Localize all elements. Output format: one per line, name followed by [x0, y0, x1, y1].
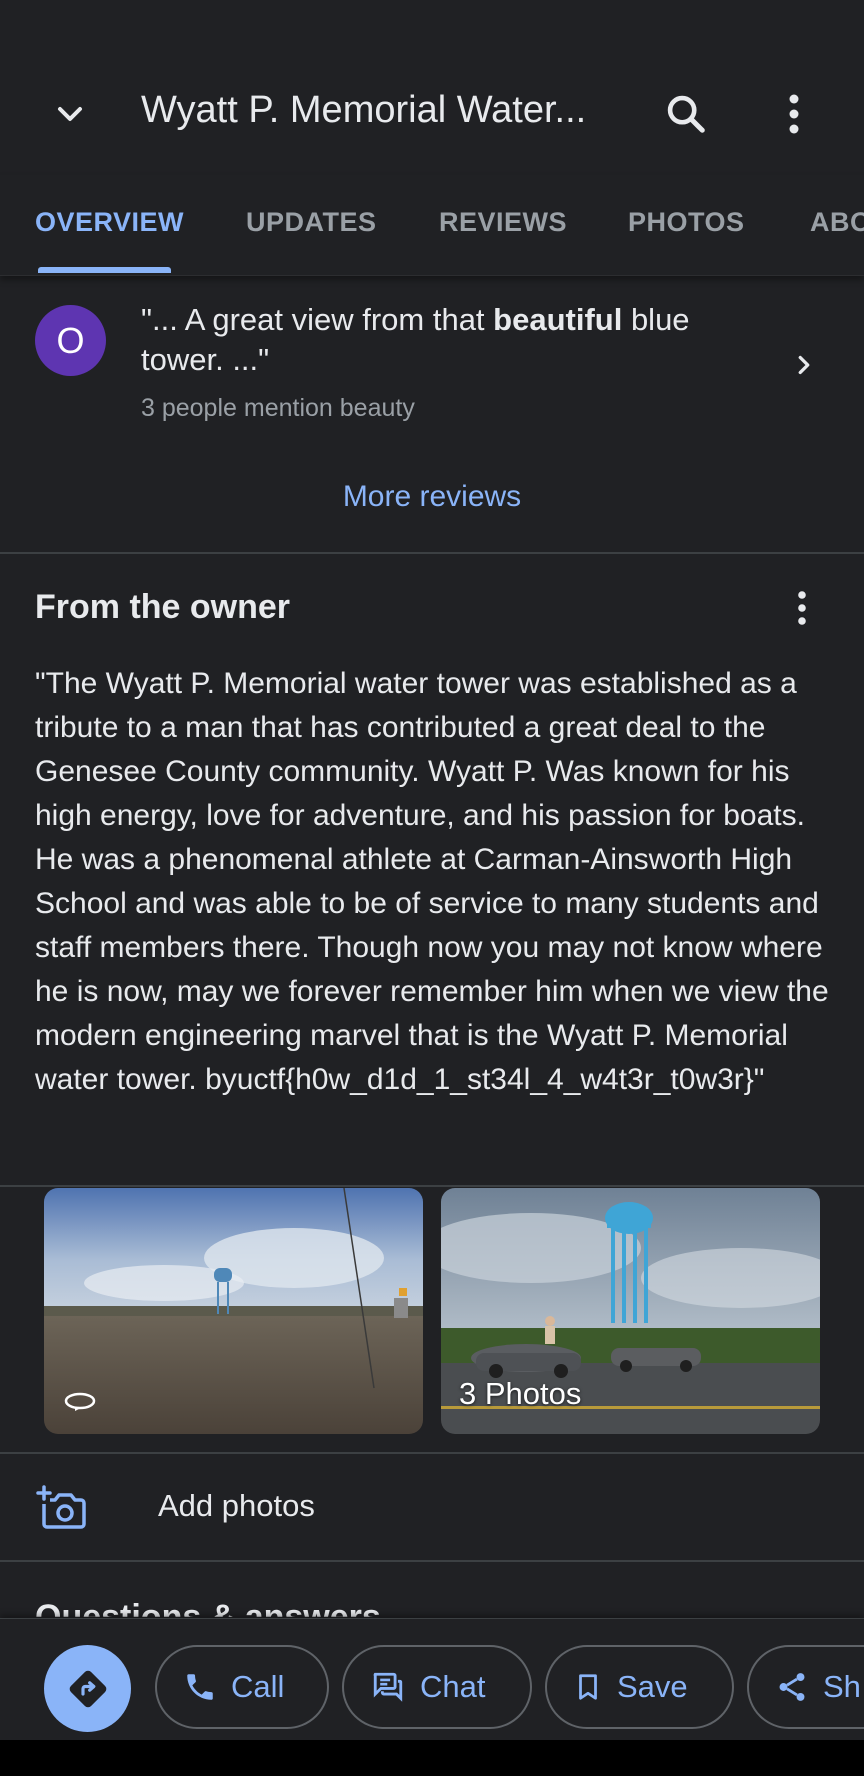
action-bar: Call Chat Save Sh — [0, 1618, 864, 1741]
add-photos-row[interactable] — [0, 1455, 864, 1560]
chevron-down-icon — [58, 107, 82, 121]
search-button[interactable] — [656, 84, 716, 144]
add-photos-label: Add photos — [158, 1488, 315, 1523]
tab-about[interactable]: ABO — [810, 207, 864, 238]
divider — [0, 1452, 864, 1454]
add-photo-icon-wrap — [32, 1482, 88, 1532]
directions-button[interactable] — [44, 1645, 131, 1732]
tab-overview[interactable]: OVERVIEW — [35, 207, 184, 238]
directions-icon — [69, 1670, 106, 1707]
more-reviews-link[interactable]: More reviews — [0, 480, 864, 514]
chat-label: Chat — [420, 1669, 486, 1704]
bookmark-icon — [579, 1674, 597, 1700]
save-button[interactable]: Save — [545, 1645, 734, 1729]
street-view-photo[interactable] — [44, 1188, 423, 1434]
tab-bar: OVERVIEW UPDATES REVIEWS PHOTOS ABO — [0, 175, 864, 276]
chat-button[interactable]: Chat — [342, 1645, 532, 1729]
divider — [0, 1185, 864, 1187]
mention-count: 3 people mention beauty — [141, 394, 415, 422]
review-chevron-right[interactable] — [784, 345, 824, 385]
street-view-360-icon — [64, 1392, 96, 1411]
share-label: Sh — [823, 1669, 861, 1704]
tab-reviews[interactable]: REVIEWS — [439, 207, 567, 238]
photos-thumbnail[interactable]: 3 Photos — [441, 1188, 820, 1434]
photo-count-label: 3 Photos — [459, 1376, 582, 1411]
divider — [0, 1560, 864, 1562]
place-title: Wyatt P. Memorial Water... — [141, 89, 587, 131]
review-quote: "... A great view from that beautiful bl… — [141, 300, 741, 380]
street-view-badge — [60, 1386, 100, 1416]
more-vert-icon — [798, 591, 806, 625]
more-options-button[interactable] — [764, 84, 824, 144]
quote-highlight: beautiful — [493, 302, 623, 337]
add-a-photo-icon — [36, 1485, 86, 1529]
share-icon — [779, 1673, 805, 1701]
owner-more-button[interactable] — [782, 588, 822, 628]
quote-prefix: "... A great view from that — [141, 302, 494, 337]
chat-icon — [373, 1672, 403, 1702]
owner-description: "The Wyatt P. Memorial water tower was e… — [35, 667, 829, 1096]
owner-section-title: From the owner — [35, 588, 291, 626]
search-icon — [667, 95, 705, 133]
more-vert-icon — [789, 94, 799, 134]
chevron-right-icon — [798, 355, 810, 375]
call-label: Call — [231, 1669, 285, 1704]
divider — [0, 552, 864, 554]
street-view-image — [44, 1188, 423, 1434]
system-navigation-bar — [0, 1740, 864, 1776]
phone-icon — [187, 1674, 213, 1700]
tab-updates[interactable]: UPDATES — [246, 207, 377, 238]
avatar: O — [35, 305, 106, 376]
save-label: Save — [617, 1669, 688, 1704]
active-tab-indicator — [38, 267, 171, 273]
share-button[interactable]: Sh — [747, 1645, 864, 1729]
collapse-button[interactable] — [40, 84, 100, 144]
tab-photos[interactable]: PHOTOS — [628, 207, 745, 238]
call-button[interactable]: Call — [155, 1645, 329, 1729]
top-app-bar: Wyatt P. Memorial Water... — [0, 0, 864, 175]
